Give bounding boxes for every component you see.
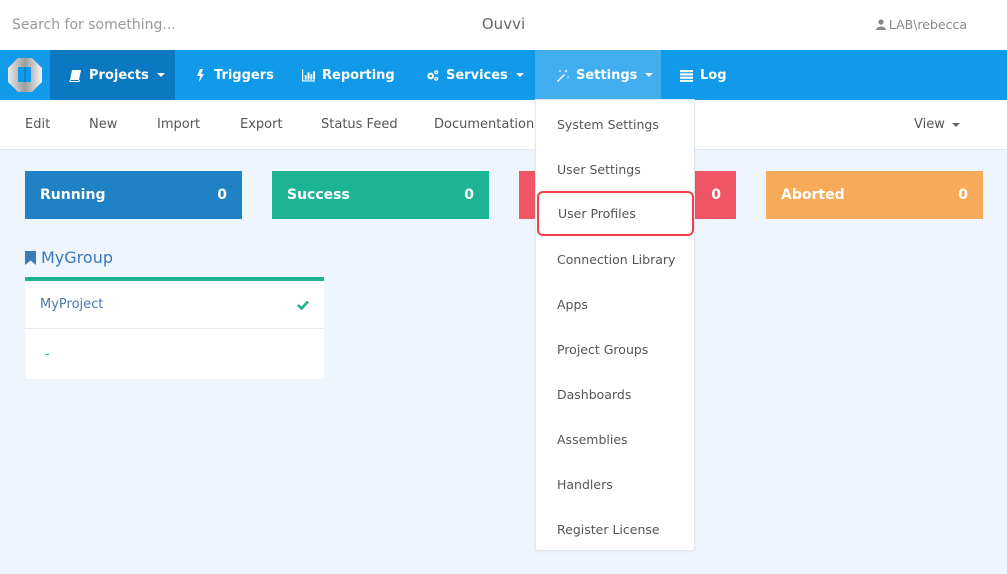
project-row: MyProject: [25, 281, 324, 329]
project-link[interactable]: MyProject: [40, 297, 103, 312]
project-placeholder: -: [45, 346, 50, 362]
view-label: View: [914, 117, 945, 132]
project-card: MyProject -: [25, 277, 324, 379]
username: LAB\rebecca: [888, 17, 967, 32]
search-input[interactable]: [12, 14, 312, 36]
bookmark-icon: [25, 250, 36, 265]
nav-settings[interactable]: Settings: [535, 50, 661, 100]
nav-log-label: Log: [700, 67, 727, 83]
list-icon: [680, 69, 693, 82]
nav-triggers-label: Triggers: [214, 67, 274, 83]
menu-item-dashboards[interactable]: Dashboards: [536, 372, 694, 417]
chevron-down-icon: [951, 122, 960, 127]
nav-projects[interactable]: Projects: [50, 50, 175, 100]
settings-dropdown-menu: System Settings User Settings User Profi…: [535, 99, 695, 551]
stat-value: 0: [464, 187, 474, 203]
menu-item-register-license[interactable]: Register License: [536, 507, 694, 552]
group-title[interactable]: MyGroup: [25, 248, 113, 267]
group-name: MyGroup: [41, 248, 113, 267]
nav-reporting-label: Reporting: [322, 67, 395, 83]
main-navbar: Projects Triggers Reporting Services Set…: [0, 50, 1007, 100]
stat-label: Success: [287, 187, 350, 203]
bolt-icon: [197, 68, 204, 82]
stat-value: 0: [958, 187, 968, 203]
menu-item-user-profiles[interactable]: User Profiles: [537, 191, 694, 236]
nav-services[interactable]: Services: [411, 50, 535, 100]
user-menu[interactable]: LAB\rebecca: [875, 17, 967, 32]
stat-value: 0: [711, 187, 721, 203]
nav-reporting[interactable]: Reporting: [285, 50, 411, 100]
user-icon: [875, 19, 886, 30]
menu-item-apps[interactable]: Apps: [536, 282, 694, 327]
book-icon: [69, 69, 81, 82]
sub-toolbar: Edit New Import Export Status Feed Docum…: [0, 100, 1007, 150]
menu-item-project-groups[interactable]: Project Groups: [536, 327, 694, 372]
stat-label: Aborted: [781, 187, 845, 203]
stat-value: 0: [217, 187, 227, 203]
view-dropdown[interactable]: View: [914, 117, 960, 132]
new-button[interactable]: New: [89, 117, 117, 132]
status-feed-button[interactable]: Status Feed: [321, 117, 398, 132]
chevron-down-icon: [156, 73, 165, 77]
edit-button[interactable]: Edit: [25, 117, 50, 132]
project-detail-row: -: [25, 329, 324, 379]
menu-item-user-settings[interactable]: User Settings: [536, 147, 694, 192]
nav-log[interactable]: Log: [661, 50, 761, 100]
menu-item-handlers[interactable]: Handlers: [536, 462, 694, 507]
nav-settings-label: Settings: [576, 67, 638, 83]
stat-label: Running: [40, 187, 106, 203]
documentation-button[interactable]: Documentation: [434, 117, 534, 132]
nav-triggers[interactable]: Triggers: [175, 50, 285, 100]
stat-success[interactable]: Success 0: [272, 171, 489, 219]
bar-chart-icon: [302, 68, 315, 82]
nav-projects-label: Projects: [89, 67, 149, 83]
ouvvi-logo[interactable]: [0, 50, 50, 100]
menu-item-system-settings[interactable]: System Settings: [536, 102, 694, 147]
menu-item-connection-library[interactable]: Connection Library: [536, 237, 694, 282]
nav-services-label: Services: [446, 67, 508, 83]
stat-running[interactable]: Running 0: [25, 171, 242, 219]
import-button[interactable]: Import: [157, 117, 200, 132]
magic-wand-icon: [557, 68, 569, 82]
cogs-icon: [427, 69, 439, 81]
menu-item-assemblies[interactable]: Assemblies: [536, 417, 694, 462]
top-bar: Ouvvi LAB\rebecca: [0, 0, 1007, 50]
chevron-down-icon: [515, 73, 524, 77]
stat-aborted[interactable]: Aborted 0: [766, 171, 983, 219]
check-icon: [297, 300, 309, 310]
chevron-down-icon: [645, 73, 654, 77]
export-button[interactable]: Export: [240, 117, 283, 132]
